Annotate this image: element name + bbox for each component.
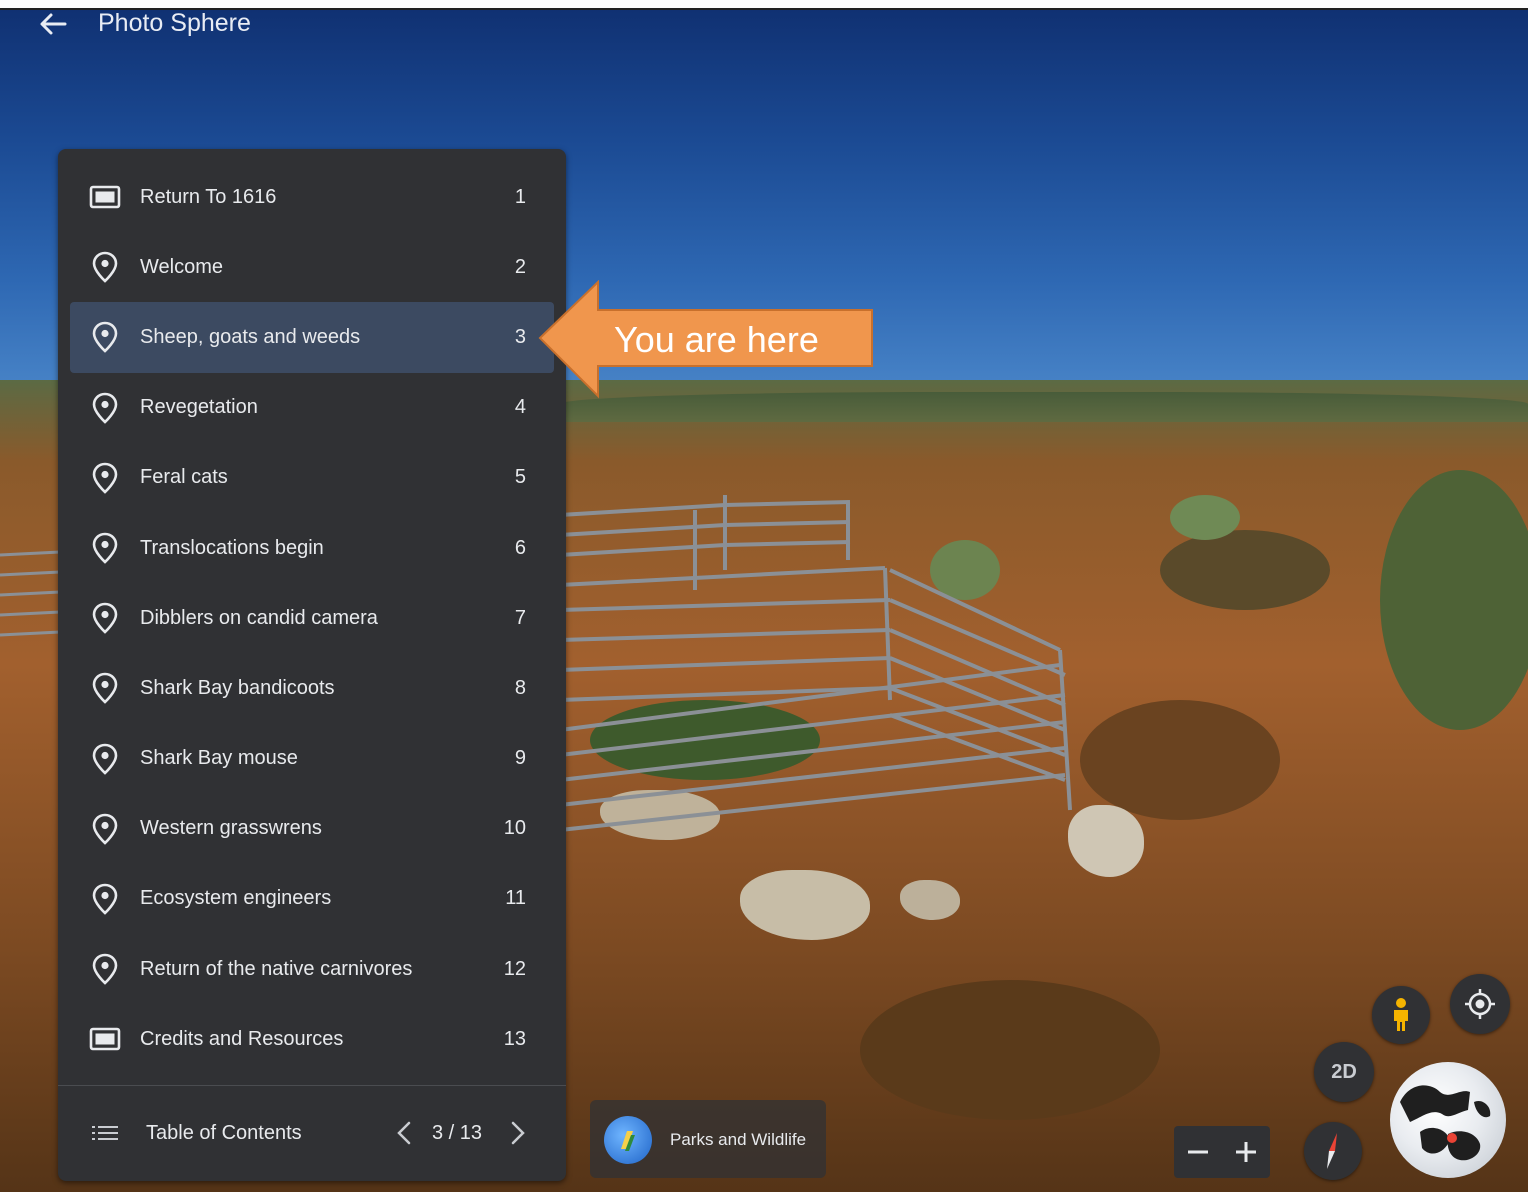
toc-item-number: 7 xyxy=(514,606,526,629)
table-of-contents-panel: Return To 1616 1 Welcome 2 Sheep, goats and … xyxy=(58,149,566,1181)
toc-item-number: 13 xyxy=(503,1027,526,1050)
toc-item-number: 12 xyxy=(503,957,526,980)
toc-item-number: 8 xyxy=(514,676,526,699)
place-pin-icon xyxy=(88,531,122,565)
toc-item-number: 2 xyxy=(514,255,526,278)
toc-item[interactable]: Welcome 2 xyxy=(70,232,554,302)
page-counter: 3 / 13 xyxy=(432,1122,483,1144)
place-pin-icon xyxy=(88,882,122,916)
you-are-here-callout: You are here xyxy=(538,280,878,400)
parks-wildlife-logo xyxy=(604,1116,652,1164)
place-pin-icon xyxy=(88,320,122,354)
toc-item-label: Return To 1616 xyxy=(140,185,277,208)
toc-item-label: Feral cats xyxy=(140,466,228,489)
place-pin-icon xyxy=(88,250,122,284)
back-button[interactable] xyxy=(36,10,70,38)
toc-item-label: Sheep, goats and weeds xyxy=(140,325,361,348)
arrow-left-icon xyxy=(40,13,67,35)
toc-item[interactable]: Translocations begin 6 xyxy=(70,513,554,583)
place-pin-icon xyxy=(88,952,122,986)
zoom-out-button[interactable] xyxy=(1174,1126,1222,1178)
fence-left xyxy=(0,550,60,637)
globe-icon xyxy=(1400,1085,1491,1161)
bush xyxy=(1380,470,1528,730)
toc-item-number: 11 xyxy=(505,887,526,910)
crosshair-icon xyxy=(1465,989,1495,1019)
place-pin-icon xyxy=(88,671,122,705)
callout-text: You are here xyxy=(614,319,819,360)
toc-item-label: Western grasswrens xyxy=(140,817,322,840)
toc-item-number: 3 xyxy=(514,325,526,348)
plus-icon xyxy=(1236,1142,1256,1162)
chevron-right-icon xyxy=(511,1121,525,1145)
place-pin-icon xyxy=(88,742,122,776)
toc-item[interactable]: Shark Bay bandicoots 8 xyxy=(70,653,554,723)
view-2d-button[interactable]: 2D xyxy=(1314,1042,1374,1102)
chevron-left-icon xyxy=(397,1121,411,1145)
compass-icon xyxy=(1327,1133,1337,1169)
pegman-icon xyxy=(1394,998,1408,1031)
toc-item[interactable]: Return To 1616 1 xyxy=(70,162,554,232)
toc-item[interactable]: Return of the native carnivores 12 xyxy=(70,934,554,1004)
toc-footer-title: Table of Contents xyxy=(146,1122,302,1144)
toc-item-label: Welcome xyxy=(140,255,223,278)
bush xyxy=(1170,495,1240,540)
place-pin-icon xyxy=(88,812,122,846)
bush xyxy=(1160,530,1330,610)
toc-item[interactable]: Dibblers on candid camera 7 xyxy=(70,583,554,653)
toc-item-label: Shark Bay mouse xyxy=(140,747,298,770)
toc-item[interactable]: Revegetation 4 xyxy=(70,373,554,443)
toc-item-label: Return of the native carnivores xyxy=(140,957,413,980)
toc-list: Return To 1616 1 Welcome 2 Sheep, goats and … xyxy=(58,162,566,1074)
toc-item-number: 5 xyxy=(514,466,526,489)
pegman-button[interactable] xyxy=(1372,986,1430,1044)
toc-item-label: Shark Bay bandicoots xyxy=(140,676,335,699)
toc-item-number: 4 xyxy=(514,396,526,419)
slide-icon xyxy=(88,180,122,214)
my-location-button[interactable] xyxy=(1450,974,1510,1034)
toc-item[interactable]: Western grasswrens 10 xyxy=(70,794,554,864)
zoom-controls xyxy=(1174,1126,1270,1178)
header: Photo Sphere xyxy=(0,8,600,40)
bush xyxy=(1080,700,1280,820)
toc-item-label: Ecosystem engineers xyxy=(140,887,332,910)
toc-item[interactable]: Credits and Resources 13 xyxy=(70,1004,554,1074)
previous-button[interactable] xyxy=(392,1118,416,1148)
bush xyxy=(860,980,1160,1120)
toc-footer: Table of Contents 3 / 13 xyxy=(58,1085,566,1181)
toc-item-label: Credits and Resources xyxy=(140,1027,344,1050)
fence xyxy=(560,495,1072,832)
page-title: Photo Sphere xyxy=(98,9,251,37)
attribution-text: Parks and Wildlife xyxy=(670,1130,807,1149)
compass-button[interactable] xyxy=(1304,1122,1362,1180)
toc-item[interactable]: Sheep, goats and weeds 3 xyxy=(70,302,554,373)
toc-item[interactable]: Shark Bay mouse 9 xyxy=(70,724,554,794)
place-pin-icon xyxy=(88,461,122,495)
place-pin-icon xyxy=(88,601,122,635)
attribution-chip[interactable]: Parks and Wildlife xyxy=(590,1100,826,1178)
minus-icon xyxy=(1188,1150,1208,1154)
place-pin-icon xyxy=(88,391,122,425)
zoom-in-button[interactable] xyxy=(1222,1126,1270,1178)
toc-item-label: Translocations begin xyxy=(140,536,324,559)
slide-icon xyxy=(88,1022,122,1056)
list-icon[interactable] xyxy=(90,1122,120,1146)
toc-item[interactable]: Ecosystem engineers 11 xyxy=(70,864,554,934)
toc-item-label: Revegetation xyxy=(140,396,258,419)
next-button[interactable] xyxy=(506,1118,530,1148)
toc-item-label: Dibblers on candid camera xyxy=(140,606,378,629)
globe-map-button[interactable] xyxy=(1390,1062,1506,1178)
toc-item[interactable]: Feral cats 5 xyxy=(70,443,554,513)
toc-item-number: 6 xyxy=(514,536,526,559)
view-2d-label: 2D xyxy=(1331,1060,1357,1083)
toc-item-number: 10 xyxy=(503,817,526,840)
toc-item-number: 9 xyxy=(514,747,526,770)
toc-item-number: 1 xyxy=(514,185,526,208)
